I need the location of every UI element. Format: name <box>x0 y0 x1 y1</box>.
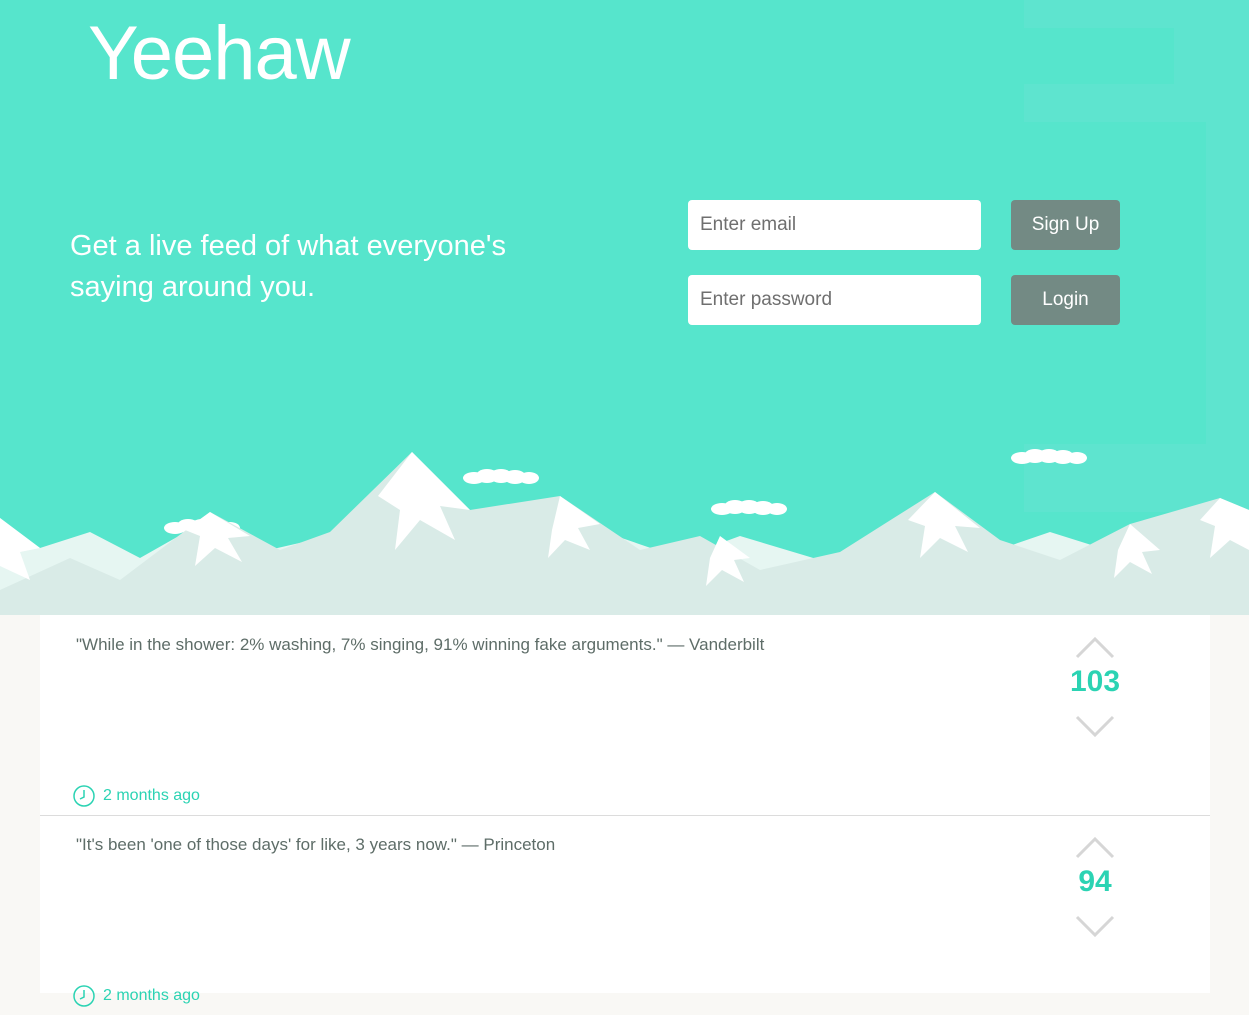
feed-post: "While in the shower: 2% washing, 7% sin… <box>40 615 1210 816</box>
post-time-label: 2 months ago <box>103 987 200 1004</box>
chevron-down-icon[interactable] <box>1075 915 1115 939</box>
vote-count: 94 <box>1078 865 1112 898</box>
email-field[interactable] <box>688 200 981 250</box>
post-text: "It's been 'one of those days' for like,… <box>76 835 556 854</box>
sign-up-button[interactable]: Sign Up <box>1011 200 1120 250</box>
post-timestamp: 2 months ago <box>73 785 200 807</box>
background-block <box>1024 28 1174 84</box>
logo: Yeehaw <box>88 11 351 96</box>
chevron-down-icon[interactable] <box>1075 715 1115 739</box>
clock-icon <box>73 985 95 1007</box>
vote-count: 103 <box>1069 665 1121 698</box>
chevron-up-icon[interactable] <box>1075 835 1115 859</box>
feed-post: "It's been 'one of those days' for like,… <box>40 815 1210 1015</box>
login-button[interactable]: Login <box>1011 275 1120 325</box>
post-time-label: 2 months ago <box>103 787 200 804</box>
clock-icon <box>73 785 95 807</box>
hero-tagline: Get a live feed of what everyone's sayin… <box>70 230 506 303</box>
password-field[interactable] <box>688 275 981 325</box>
post-timestamp: 2 months ago <box>73 985 200 1007</box>
hero-banner: Yeehaw Get a live feed of what everyone'… <box>0 0 1249 615</box>
chevron-up-icon[interactable] <box>1075 635 1115 659</box>
mountain-illustration <box>0 449 1249 615</box>
post-text: "While in the shower: 2% washing, 7% sin… <box>76 635 765 654</box>
feed: "While in the shower: 2% washing, 7% sin… <box>40 615 1210 1007</box>
